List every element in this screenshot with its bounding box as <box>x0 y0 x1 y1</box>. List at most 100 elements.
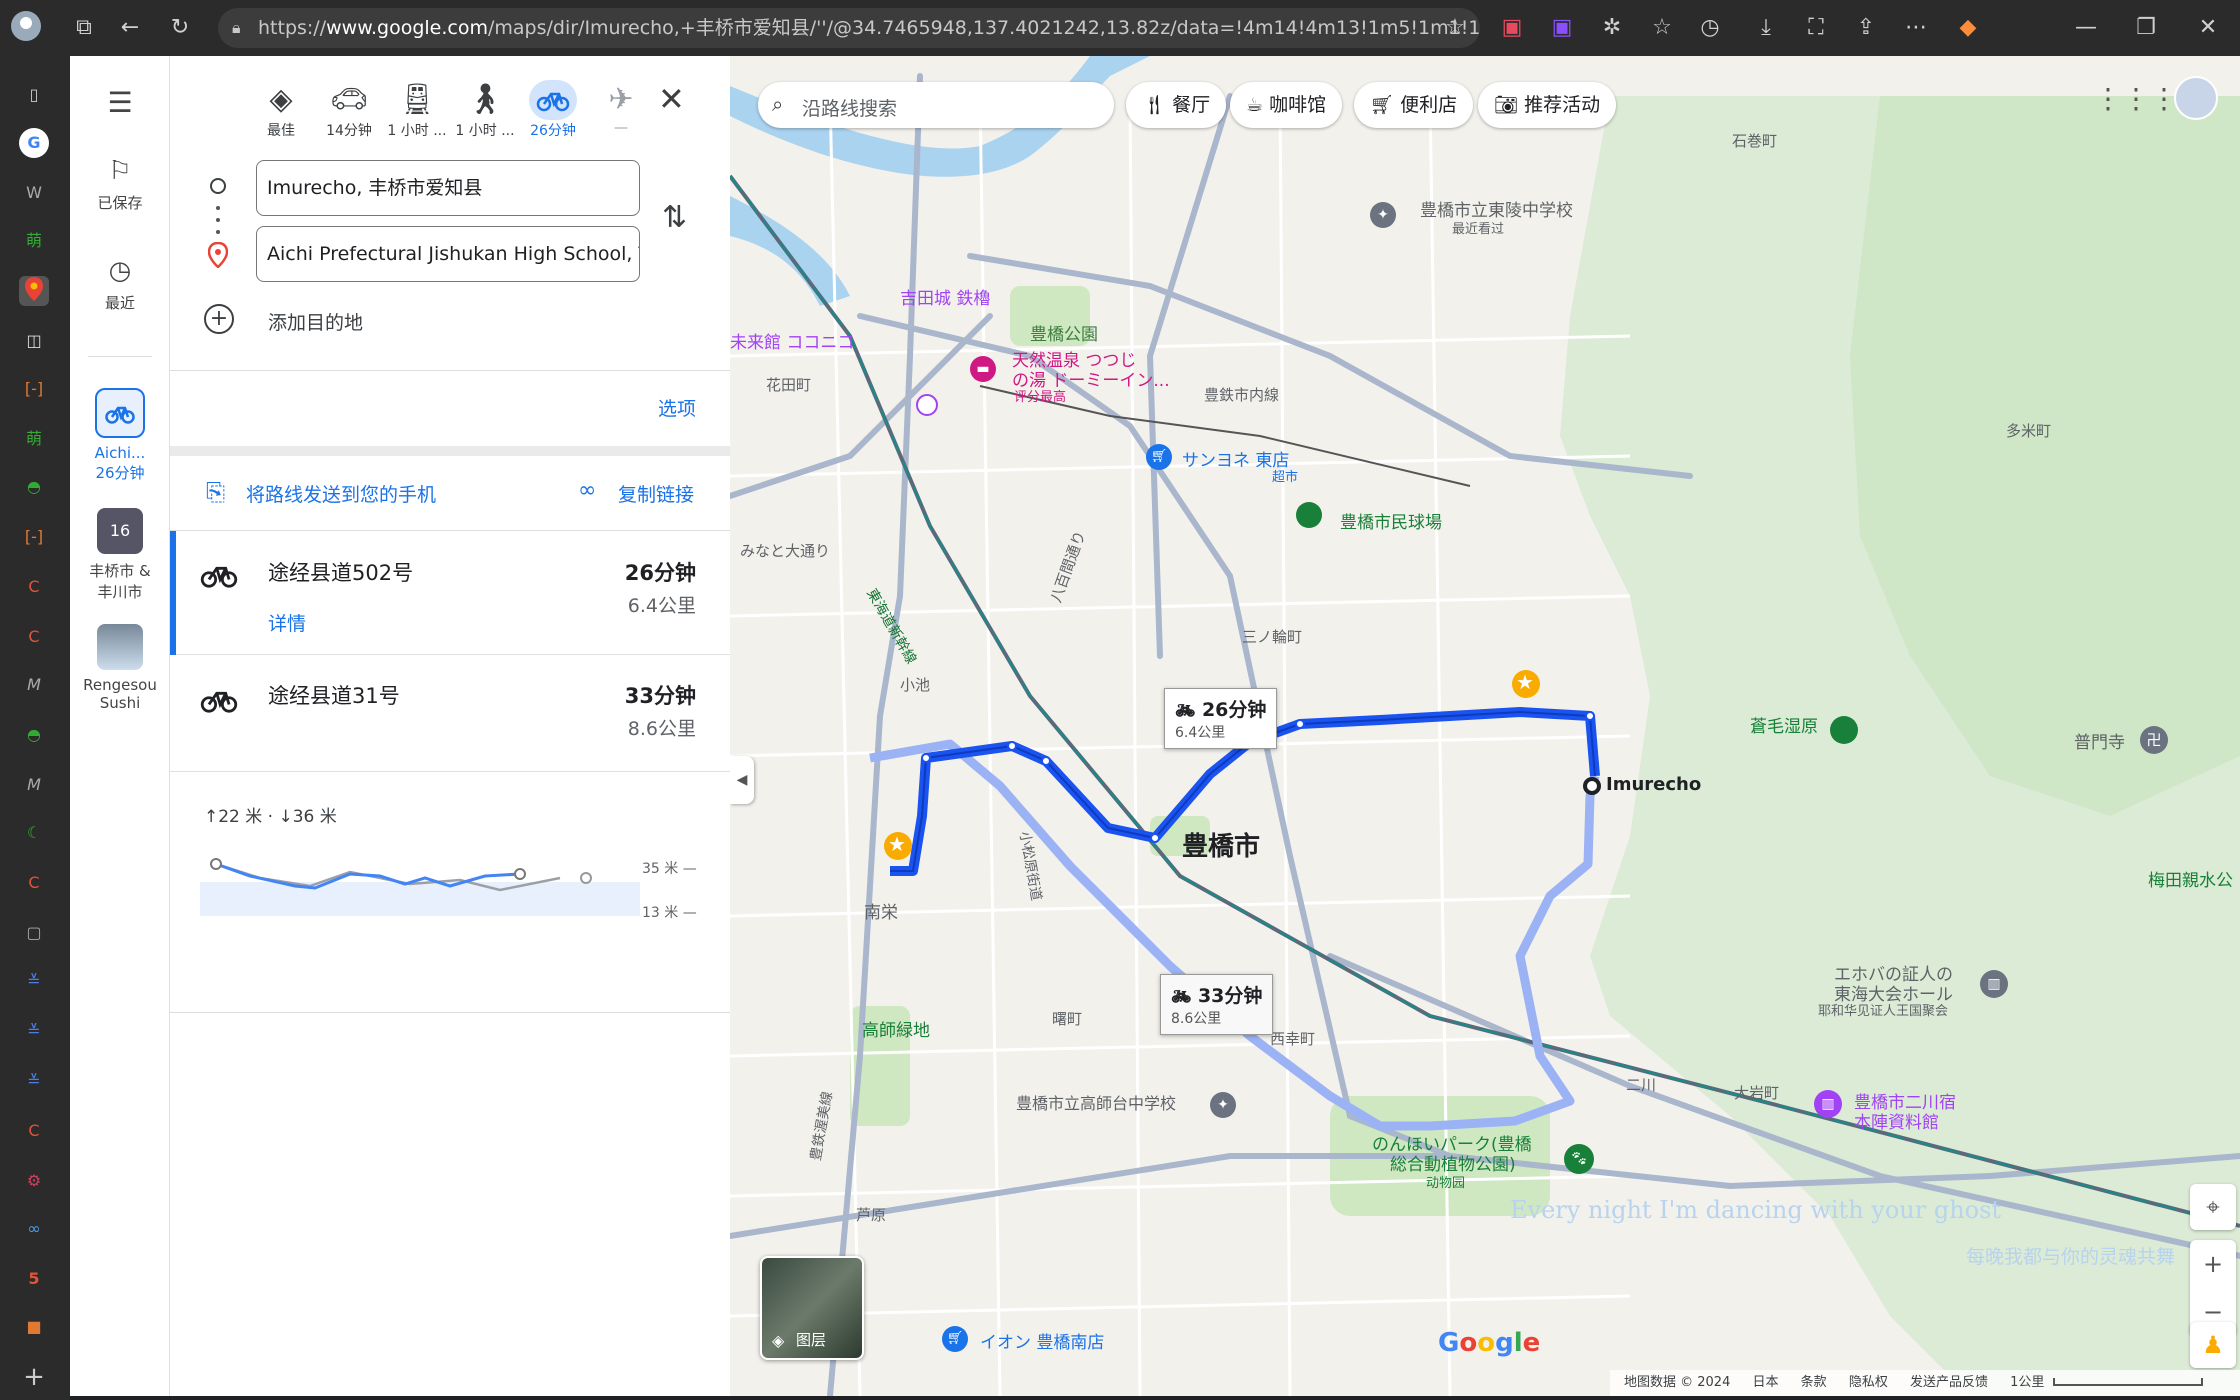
mode-walking[interactable]: 🚶︎ 1 小时 ... <box>448 80 522 140</box>
share-icon[interactable]: ⇪ <box>1848 10 1884 46</box>
tab-moe-icon[interactable]: 萌 <box>19 226 49 256</box>
museum-pin-icon[interactable]: ▥ <box>1814 1090 1842 1118</box>
zoom-in-button[interactable]: + <box>2190 1240 2236 1288</box>
tab-c4-icon[interactable]: C <box>19 1116 49 1146</box>
tab-maps-icon[interactable] <box>19 276 49 306</box>
hotel-pin-icon[interactable]: ▬ <box>970 356 996 382</box>
search-input[interactable]: 沿路线搜索 <box>802 94 897 121</box>
mode-driving[interactable]: 🚗︎ 14分钟 <box>312 80 386 140</box>
castle-pin-icon[interactable] <box>916 394 938 416</box>
tab-m2-icon[interactable]: M <box>19 770 49 800</box>
send-to-phone-button[interactable]: 将路线发送到您的手机 <box>246 480 436 507</box>
tab-moe2-icon[interactable]: 萌 <box>19 424 49 454</box>
tab-51-icon[interactable]: 5 <box>19 1264 49 1294</box>
scale-label[interactable]: 1公里 <box>2010 1375 2044 1390</box>
restore-icon[interactable]: ❐ <box>2128 10 2164 46</box>
tab-chevron-icon[interactable]: ≚ <box>19 966 49 996</box>
route-2-time-bubble[interactable]: 🚲︎ 33分钟 8.6公里 <box>1160 974 1274 1035</box>
shopping-cart-icon[interactable]: 🛒︎ <box>1146 444 1172 470</box>
recent-button[interactable]: ◷ 最近 <box>70 256 170 313</box>
reload-icon[interactable]: ↻ <box>162 10 198 46</box>
region-link[interactable]: 日本 <box>1753 1375 1779 1390</box>
close-directions-icon[interactable]: ✕ <box>658 80 685 118</box>
back-icon[interactable]: ← <box>112 10 148 46</box>
tab-c2-icon[interactable]: C <box>19 622 49 652</box>
park-pin-icon[interactable] <box>1830 716 1858 744</box>
chip-activities[interactable]: 📷︎ 推荐活动 <box>1478 82 1617 128</box>
tab-w-icon[interactable]: W <box>19 178 49 208</box>
tab-bracket-icon[interactable]: [-] <box>19 374 49 404</box>
tab-moon-icon[interactable]: ☾ <box>19 818 49 848</box>
account-avatar[interactable] <box>2174 76 2218 120</box>
favorites-icon[interactable]: ☆ <box>1644 10 1680 46</box>
tab-gear-icon[interactable]: ⚙ <box>19 1166 49 1196</box>
recent-place-rengesou[interactable]: Rengesou Sushi <box>70 624 170 712</box>
close-window-icon[interactable]: ✕ <box>2190 10 2226 46</box>
tab-c3-icon[interactable]: C <box>19 868 49 898</box>
chip-restaurants[interactable]: 🍴︎ 餐厅 <box>1126 82 1227 128</box>
chip-cafes[interactable]: ☕︎ 咖啡馆 <box>1230 82 1343 128</box>
apps-grid-icon[interactable]: ⋮⋮⋮ <box>2094 82 2178 115</box>
recent-place-toyohashi[interactable]: 16 丰桥市 & 丰川市 <box>70 508 170 602</box>
tab-android2-icon[interactable]: ◓ <box>19 720 49 750</box>
hall-pin-icon[interactable]: ▥ <box>1980 970 2008 998</box>
downloads-icon[interactable]: ⤓ <box>1748 10 1784 46</box>
route-option-2[interactable]: 途经县道31号 33分钟 8.6公里 <box>170 656 730 772</box>
route-option-1[interactable]: 途经县道502号 详情 26分钟 6.4公里 <box>170 531 730 655</box>
tab-chevron2-icon[interactable]: ≚ <box>19 1016 49 1046</box>
terms-link[interactable]: 条款 <box>1801 1375 1827 1390</box>
tab-square-icon[interactable]: ■ <box>19 1312 49 1342</box>
address-bar[interactable]: 🔒︎ https://www.google.com/maps/dir/Imure… <box>218 8 1480 48</box>
add-destination-icon[interactable]: + <box>204 304 234 334</box>
minimize-icon[interactable]: — <box>2068 10 2104 46</box>
options-button[interactable]: 选项 <box>658 394 696 421</box>
stadium-pin-icon[interactable] <box>1296 502 1322 528</box>
mode-best[interactable]: ◈ 最佳 <box>244 80 318 140</box>
route-1-time-bubble[interactable]: 🚲︎ 26分钟 6.4公里 <box>1164 688 1278 749</box>
copy-link-button[interactable]: 复制链接 <box>618 480 694 507</box>
profile-avatar-icon[interactable] <box>8 10 44 46</box>
tab-android-icon[interactable]: ◓ <box>19 472 49 502</box>
origin-input[interactable]: Imurecho, 丰桥市爱知县 <box>256 160 640 216</box>
pegman-icon[interactable]: ♟ <box>2190 1322 2236 1368</box>
privacy-link[interactable]: 隐私权 <box>1849 1375 1888 1390</box>
starred-place-icon[interactable]: ★ <box>1516 670 1534 694</box>
favorite-star-icon[interactable]: ☆ <box>1437 10 1473 46</box>
add-tab-icon[interactable]: + <box>19 1362 49 1392</box>
menu-icon[interactable]: ☰ <box>70 86 170 119</box>
collapse-panel-button[interactable]: ◀ <box>730 756 754 804</box>
more-menu-icon[interactable]: ⋯ <box>1898 10 1934 46</box>
tabs-icon[interactable]: ⧉ <box>66 10 102 46</box>
school-pin-icon[interactable]: ✦ <box>1370 202 1396 228</box>
zoo-pin-icon[interactable]: 🐾︎ <box>1564 1144 1594 1174</box>
recent-place-aichi[interactable]: Aichi... 26分钟 <box>70 388 170 483</box>
tab-m-icon[interactable]: M <box>19 670 49 700</box>
tab-bracket2-icon[interactable]: [-] <box>19 522 49 552</box>
destination-input[interactable]: Aichi Prefectural Jishukan High School, … <box>256 226 640 282</box>
tab-chevron3-icon[interactable]: ≚ <box>19 1066 49 1096</box>
map-canvas[interactable]: ★ ★ 豊橋市 Imurecho 石巻町 豊橋市立東陵中学校 最近看过 吉田城 … <box>730 56 2240 1396</box>
extensions-icon[interactable]: ✲ <box>1594 10 1630 46</box>
destination-star-icon[interactable]: ★ <box>888 832 906 856</box>
screenshot-icon[interactable]: ⛶ <box>1798 10 1834 46</box>
mode-flight[interactable]: ✈ — <box>584 80 658 136</box>
layers-button[interactable]: ◈ 图层 <box>760 1256 864 1360</box>
chip-convenience[interactable]: 🛒︎ 便利店 <box>1354 82 1474 128</box>
tab-c-icon[interactable]: C <box>19 572 49 602</box>
saved-button[interactable]: ⚐ 已保存 <box>70 156 170 213</box>
tab-infinity-icon[interactable]: ∞ <box>19 1214 49 1244</box>
history-icon[interactable]: ◷ <box>1692 10 1728 46</box>
search-along-route[interactable]: ⌕ 沿路线搜索 <box>758 82 1114 128</box>
tab-google-icon[interactable]: G <box>19 128 49 158</box>
extension-onenote-icon[interactable]: ▣ <box>1544 10 1580 46</box>
route-1-details-link[interactable]: 详情 <box>268 609 306 636</box>
my-location-button[interactable]: ⌖ <box>2190 1184 2236 1230</box>
add-destination-button[interactable]: 添加目的地 <box>268 308 363 335</box>
extension-translate-icon[interactable]: ▣ <box>1494 10 1530 46</box>
temple-pin-icon[interactable]: 卍 <box>2140 726 2168 754</box>
copilot-icon[interactable]: ◆ <box>1950 10 1986 46</box>
swap-icon[interactable]: ⇅ <box>662 200 687 235</box>
tab-notion-icon[interactable]: ◫ <box>19 326 49 356</box>
school-pin-icon[interactable]: ✦ <box>1210 1092 1236 1118</box>
shopping-cart-icon[interactable]: 🛒︎ <box>942 1326 968 1352</box>
